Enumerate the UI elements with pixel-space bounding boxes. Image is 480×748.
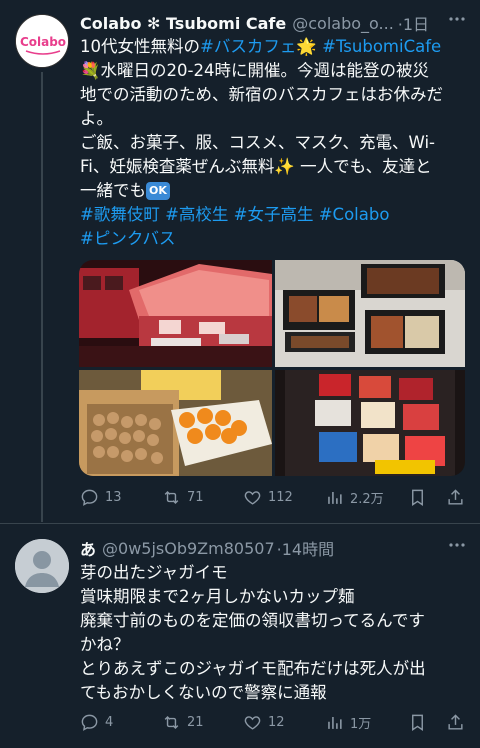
retweet-count: 71: [187, 489, 204, 505]
reply-count: 13: [105, 489, 122, 505]
photo-grid: [79, 260, 465, 476]
share-icon: [448, 713, 463, 730]
colabo-logo: Colabo: [16, 15, 68, 67]
photo-bus-cafe-tent[interactable]: [79, 260, 272, 367]
ok-emoji: OK: [146, 182, 170, 200]
hashtag-link[interactable]: #ピンクバス: [80, 229, 176, 248]
tweet-text: 10代女性無料の#バスカフェ🌟 #TsubomiCafe 💐水曜日の20-24時…: [80, 35, 470, 251]
views-icon: [328, 491, 342, 504]
views-button[interactable]: 2.2万: [325, 488, 384, 507]
text-line: ご飯、お菓子、服、コスメ、マスク、充電、Wi-: [80, 133, 436, 152]
handle[interactable]: @0w5jsOb9Zm80507: [102, 539, 275, 558]
hashtag-link[interactable]: #TsubomiCafe: [322, 37, 441, 56]
tweet-colabo[interactable]: Colabo Colabo ✻ Tsubomi Cafe @colabo_o..…: [0, 0, 480, 520]
photo-cup-noodles[interactable]: [275, 370, 465, 476]
tweet-actions: 4 21 12 1万: [80, 710, 470, 734]
like-button[interactable]: 12: [243, 713, 285, 732]
like-icon: [244, 715, 261, 730]
retweet-icon: [164, 490, 179, 504]
hashtag-link[interactable]: #Colabo: [319, 205, 390, 224]
text-line: 芽の出たジャガイモ: [80, 563, 228, 582]
text-line: てもおかしくないので警察に通報: [80, 683, 327, 702]
hashtag-link[interactable]: #歌舞伎町: [80, 205, 160, 224]
photo-bento-boxes[interactable]: [275, 260, 465, 367]
avatar-default[interactable]: [15, 539, 69, 593]
hashtag-link[interactable]: #高校生: [165, 205, 228, 224]
bookmark-button[interactable]: [408, 488, 427, 507]
text-line: 賞味期限まで2ヶ月しかないカップ麺: [80, 587, 355, 606]
text-line: 廃棄寸前のものを定価の領収書切ってるんです: [80, 611, 425, 630]
tweet-header: Colabo ✻ Tsubomi Cafe @colabo_o... ·1日: [80, 11, 480, 35]
like-count: 112: [268, 489, 293, 505]
text-line: 一緒でも: [80, 181, 146, 200]
default-avatar-icon: [15, 539, 69, 593]
tweet-reply[interactable]: あ @0w5jsOb9Zm80507 ·14時間 芽の出たジャガイモ 賞味期限ま…: [0, 524, 480, 748]
reply-button[interactable]: 13: [80, 488, 122, 507]
retweet-icon: [164, 715, 179, 729]
display-name[interactable]: あ: [80, 536, 96, 560]
text-line: Fi、妊娠検査薬ぜんぶ無料✨ 一人でも、友達と: [80, 157, 432, 176]
share-icon: [448, 488, 463, 505]
views-count: 2.2万: [350, 491, 384, 507]
like-button[interactable]: 112: [243, 488, 293, 507]
timestamp[interactable]: ·1日: [398, 11, 429, 35]
reply-icon: [81, 714, 98, 731]
bookmark-icon: [412, 489, 423, 506]
text-line: 💐水曜日の20-24時に開催。今週は能登の被災: [80, 61, 429, 80]
text-line: かね？: [80, 635, 130, 654]
text-line: とりあえずこのジャガイモ配布だけは死人が出: [80, 659, 426, 678]
like-count: 12: [268, 714, 285, 730]
bookmark-icon: [412, 714, 423, 731]
share-button[interactable]: [446, 488, 465, 507]
tweet-text: 芽の出たジャガイモ 賞味期限まで2ヶ月しかないカップ麺 廃棄寸前のものを定価の領…: [80, 561, 470, 705]
tweet-header: あ @0w5jsOb9Zm80507 ·14時間: [80, 536, 480, 560]
hashtag-link[interactable]: #バスカフェ: [200, 37, 296, 56]
hashtag-link[interactable]: #女子高生: [234, 205, 314, 224]
reply-icon: [81, 489, 98, 506]
display-name[interactable]: Colabo ✻ Tsubomi Cafe: [80, 14, 286, 33]
avatar[interactable]: Colabo: [15, 14, 69, 68]
svg-text:Colabo: Colabo: [20, 35, 66, 49]
views-count: 1万: [350, 716, 372, 732]
text-line: 地での活動のため、新宿のバスカフェはお休みだ: [80, 85, 443, 104]
retweet-button[interactable]: 21: [162, 713, 204, 732]
photo-potatoes-oranges[interactable]: [79, 370, 272, 476]
views-icon: [328, 716, 342, 729]
reply-button[interactable]: 4: [80, 713, 113, 732]
views-button[interactable]: 1万: [325, 713, 371, 732]
retweet-button[interactable]: 71: [162, 488, 204, 507]
more-icon[interactable]: [448, 10, 466, 32]
text-line: よ。: [80, 109, 113, 128]
handle[interactable]: @colabo_o...: [292, 14, 394, 33]
star-emoji: 🌟: [296, 37, 317, 56]
text-line: 10代女性無料の: [80, 37, 200, 56]
timestamp[interactable]: ·14時間: [277, 536, 334, 560]
bookmark-button[interactable]: [408, 713, 427, 732]
reply-count: 4: [105, 714, 114, 730]
tweet-actions: 13 71 112 2.2万: [80, 485, 470, 509]
share-button[interactable]: [446, 713, 465, 732]
retweet-count: 21: [187, 714, 204, 730]
like-icon: [244, 490, 261, 505]
more-icon[interactable]: [448, 536, 466, 558]
